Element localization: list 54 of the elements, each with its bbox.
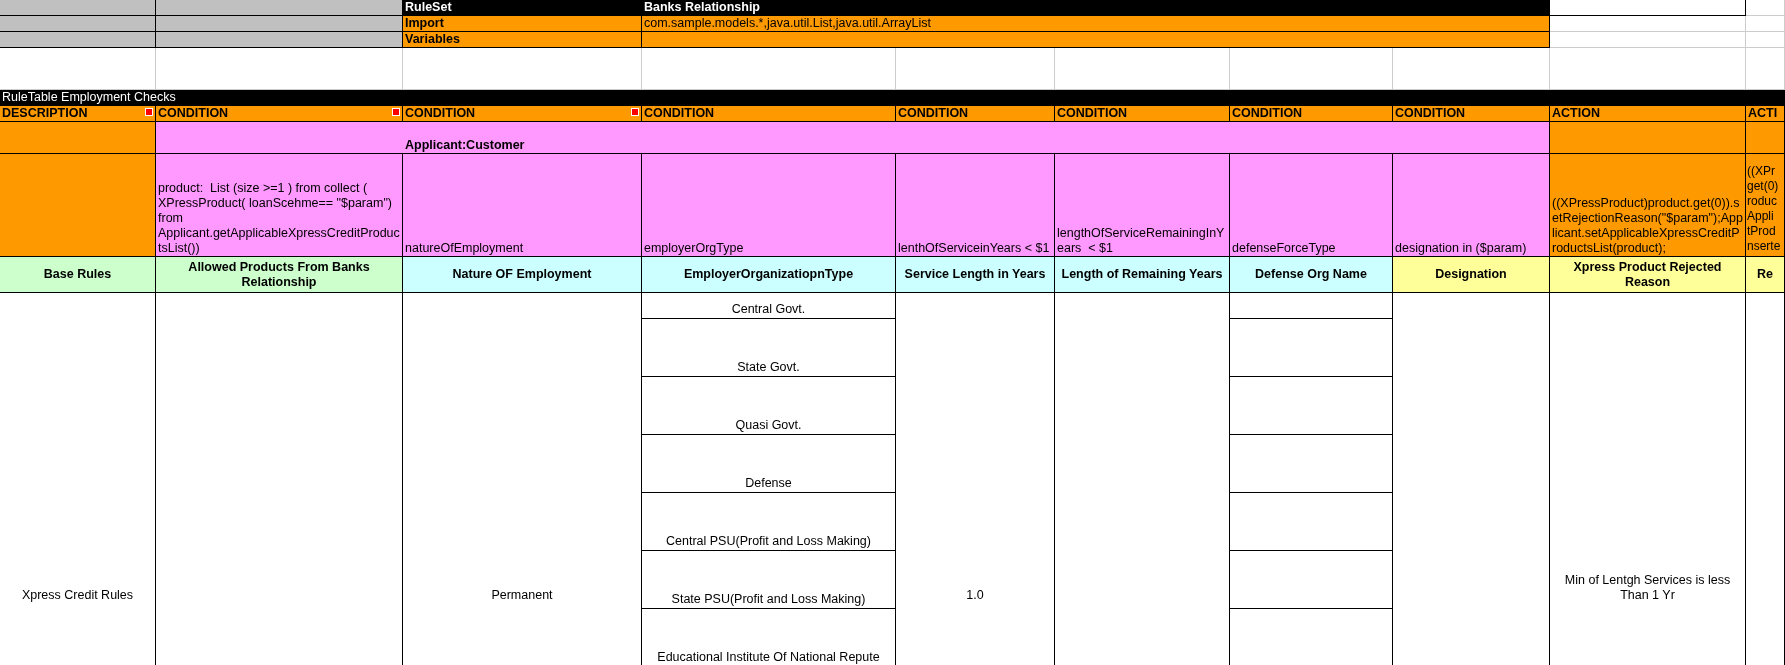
column-type-cell: CONDITION xyxy=(1055,106,1230,122)
table-cell: Educational Institute Of National Repute xyxy=(642,609,895,665)
code-cell: ((XPressProduct)product.get(0)).setRejectionReason("$param");Applicant.setApplicableXpressCreditProductsList(product); xyxy=(1550,154,1746,257)
code-cell: lenthOfServiceinYears < $1 xyxy=(896,154,1055,257)
code-cell: designation in ($param) xyxy=(1393,154,1550,257)
column-type-cell: CONDITION xyxy=(642,106,896,122)
column-heading: Nature OF Employment xyxy=(403,257,642,293)
ruleset-label: Variables xyxy=(403,32,642,48)
empty-cell xyxy=(1746,32,1785,48)
empty-cell xyxy=(1746,0,1785,16)
column-heading: Xpress Product Rejected Reason xyxy=(1550,257,1746,293)
code-cell: lengthOfServiceRemainingInYears < $1 xyxy=(1055,154,1230,257)
column-heading: Designation xyxy=(1393,257,1550,293)
comment-marker-icon xyxy=(392,108,400,116)
code-cell: employerOrgType xyxy=(642,154,896,257)
column-type-cell: CONDITION xyxy=(896,106,1055,122)
table-title: RuleTable Employment Checks xyxy=(0,90,1785,106)
table-cell: Central Govt. xyxy=(642,293,895,319)
comment-marker-icon xyxy=(145,108,153,116)
ruleset-label: RuleSet xyxy=(403,0,642,16)
code-cell: product: List (size >=1 ) from collect ( XPressProduct( loanScehme== "$param") from Applicant.getApplicableXpressCreditProductsList()) xyxy=(156,154,403,257)
table-cell: 1.0 xyxy=(896,293,1055,665)
column-type-cell: CONDITION xyxy=(1230,106,1393,122)
ruleset-label: Import xyxy=(403,16,642,32)
table-cell: Defense xyxy=(642,435,895,493)
column-heading: Allowed Products From Banks Relationship xyxy=(156,257,403,293)
comment-marker-icon xyxy=(631,108,639,116)
column-heading: Re xyxy=(1746,257,1785,293)
empty-cell xyxy=(1746,16,1785,32)
code-cell: natureOfEmployment xyxy=(403,154,642,257)
column-type-cell: ACTI xyxy=(1746,106,1785,122)
column-type-cell: CONDITION xyxy=(156,106,403,122)
column-type-cell: CONDITION xyxy=(1393,106,1550,122)
table-cell: Min of Lentgh Services is less Than 1 Yr xyxy=(1550,293,1746,665)
object-type-cell xyxy=(1746,122,1785,154)
table-cell: Permanent xyxy=(403,293,642,665)
column-heading: Service Length in Years xyxy=(896,257,1055,293)
column-heading: Defense Org Name xyxy=(1230,257,1393,293)
object-type-cell: Applicant:Customer xyxy=(403,122,1550,154)
column-type-cell: CONDITION xyxy=(403,106,642,122)
ruleset-value: com.sample.models.*,java.util.List,java.util.ArrayList xyxy=(642,16,1550,32)
table-cell: Central PSU(Profit and Loss Making) xyxy=(642,493,895,551)
table-cell: Xpress Credit Rules xyxy=(0,293,156,665)
column-heading: Length of Remaining Years xyxy=(1055,257,1230,293)
table-cell: Quasi Govt. xyxy=(642,377,895,435)
column-heading: EmployerOrganizatiopnType xyxy=(642,257,896,293)
column-type-cell: DESCRIPTION xyxy=(0,106,156,122)
table-cell: State PSU(Profit and Loss Making) xyxy=(642,551,895,609)
column-heading: Base Rules xyxy=(0,257,156,293)
column-type-cell: ACTION xyxy=(1550,106,1746,122)
code-cell: defenseForceType xyxy=(1230,154,1393,257)
ruleset-value: Banks Relationship xyxy=(642,0,1550,16)
table-cell: State Govt. xyxy=(642,319,895,377)
code-cell: ((XPr get(0) roduc Appli tProd nserte xyxy=(1746,154,1785,257)
